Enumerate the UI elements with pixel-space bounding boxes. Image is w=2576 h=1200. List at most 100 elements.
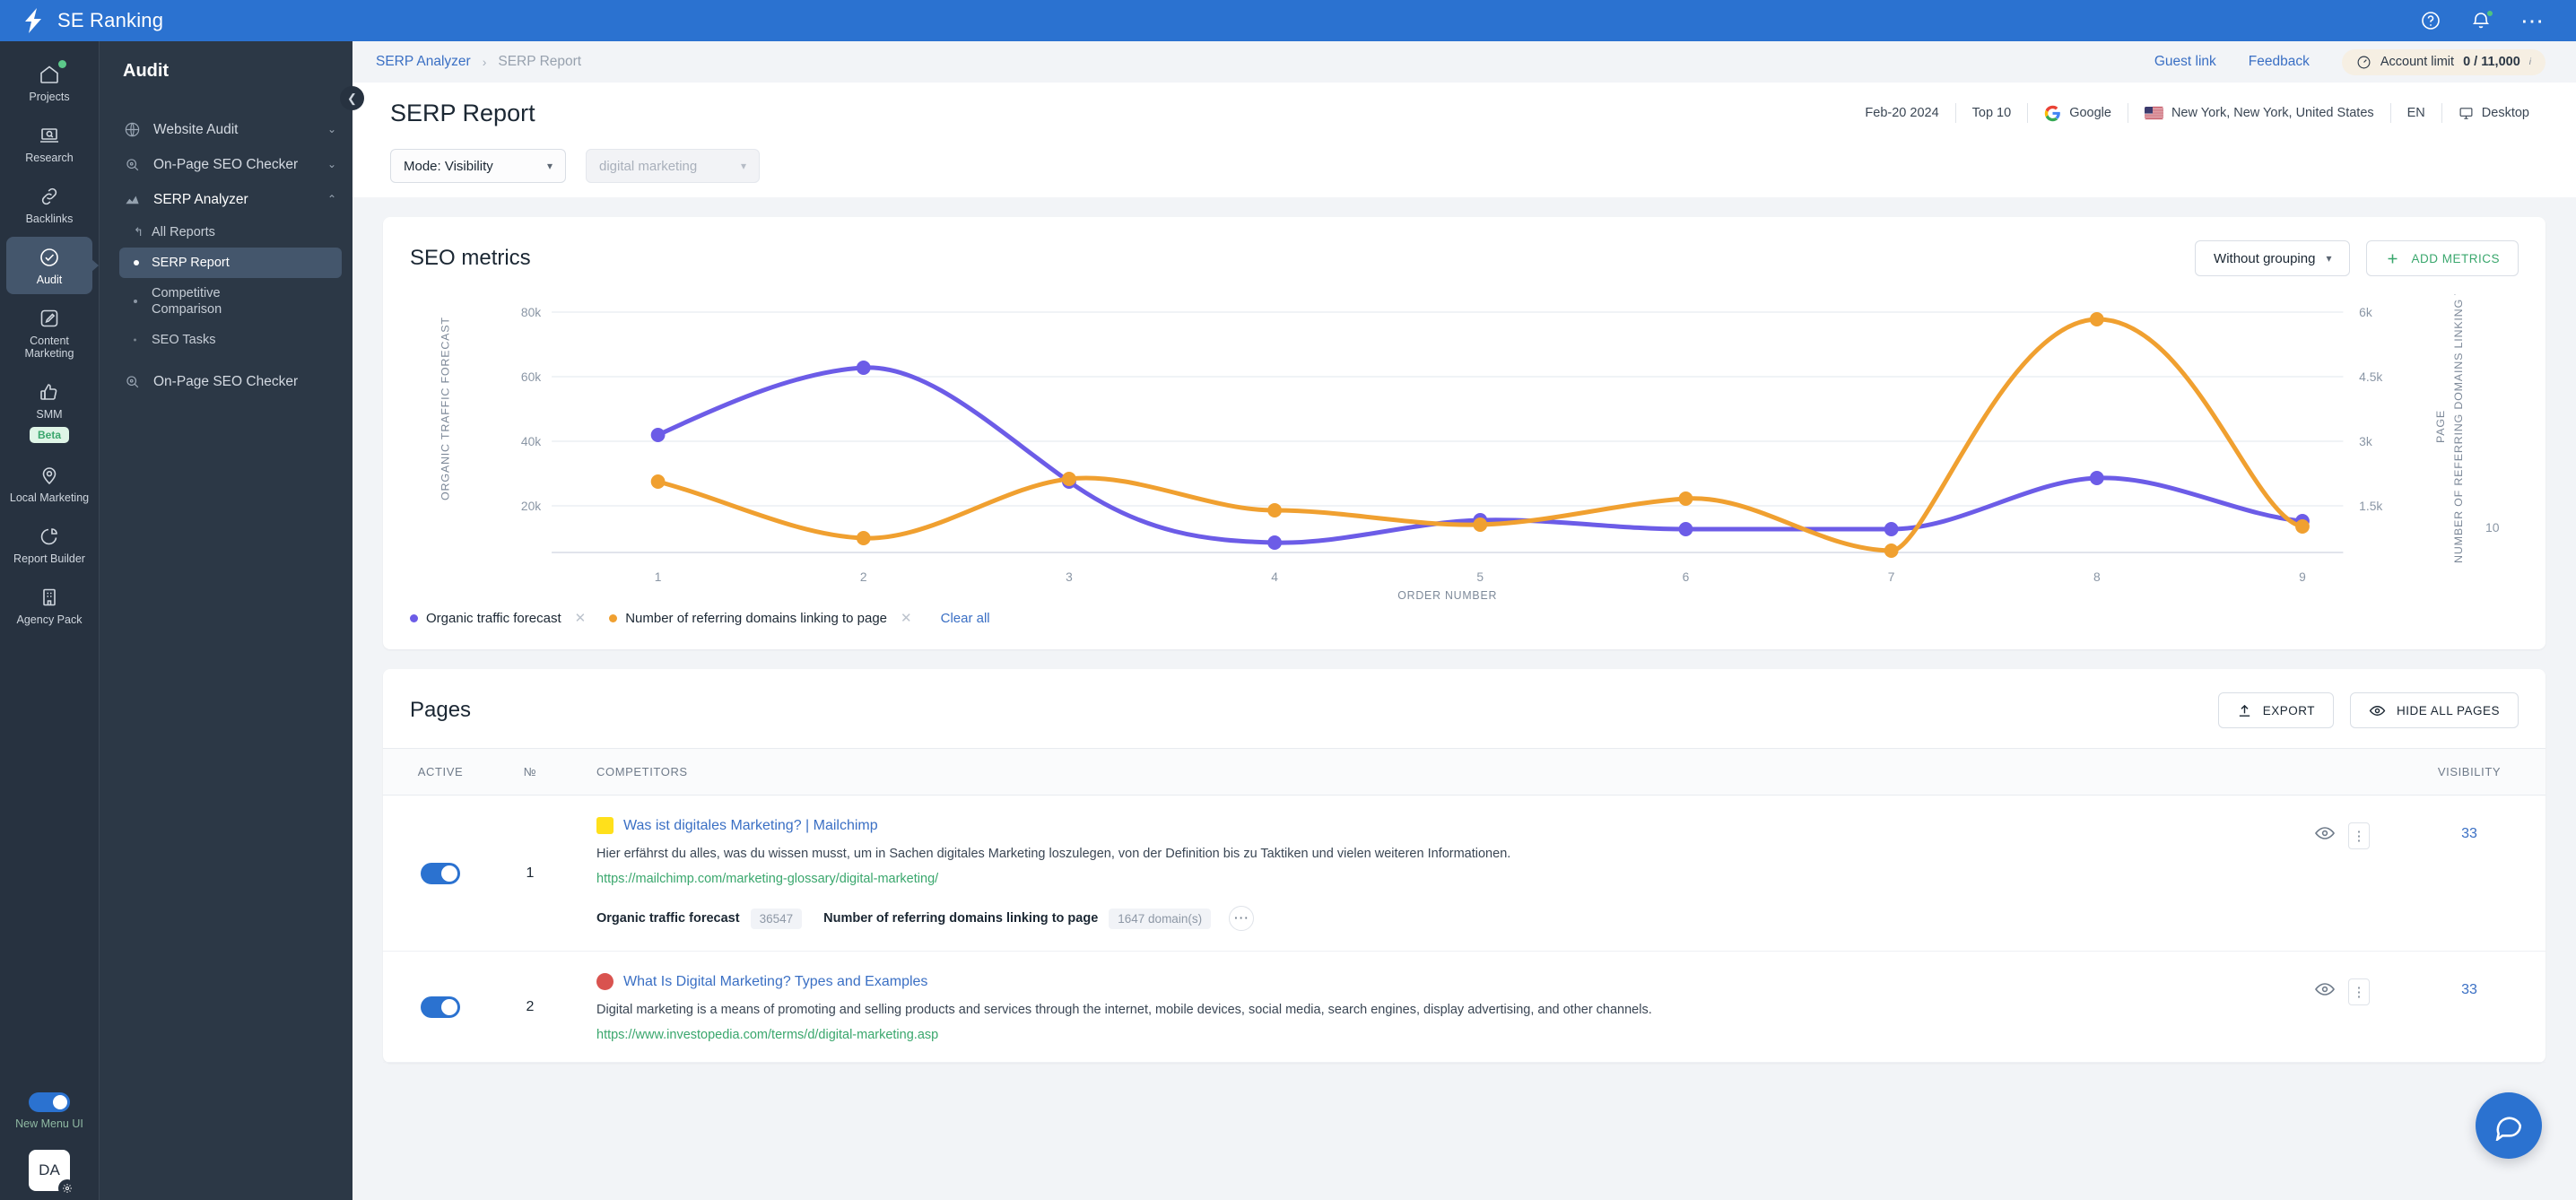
mode-select[interactable]: Mode: Visibility ▾ [390,149,566,183]
export-button[interactable]: EXPORT [2217,692,2334,728]
primary-nav-rail: Projects Research Backlinks Audit Conten [0,41,99,1200]
chevron-down-icon: ▾ [546,160,553,172]
rail-item-projects[interactable]: Projects [6,54,92,111]
rail-item-smm[interactable]: SMM Beta [6,371,92,451]
remove-legend-referring-domains[interactable]: ✕ [901,610,912,626]
rail-label: Content Marketing [24,335,74,360]
remove-legend-organic-traffic-forecast[interactable]: ✕ [575,610,587,626]
seo-metrics-chart[interactable]: 80k 60k 40k 20k ORGANIC TRAFFIC FORECAST… [383,280,2546,603]
row-menu-button[interactable]: ⋮ [2348,822,2370,849]
competitor-title-link[interactable]: What Is Digital Marketing? Types and Exa… [623,974,927,990]
competitor-url[interactable]: https://mailchimp.com/marketing-glossary… [596,872,2280,886]
x-axis-title: ORDER NUMBER [1397,589,1497,599]
competitor-description: Digital marketing is a means of promotin… [596,1003,1652,1017]
clear-all-button[interactable]: Clear all [941,611,990,626]
chart-area-icon [123,191,141,208]
account-limit-info[interactable]: i [2529,57,2531,67]
competitor-title-row: What Is Digital Marketing? Types and Exa… [596,973,2280,990]
seo-metrics-card: SEO metrics Without grouping ▾ ADD METRI… [383,217,2546,649]
feedback-button[interactable]: Feedback [2249,54,2310,70]
nav-group-on-page-seo-checker-footer[interactable]: On-Page SEO Checker [100,364,352,399]
metrics-more-button[interactable]: ⋯ [1229,906,1255,931]
nav-sub-seo-tasks[interactable]: SEO Tasks [119,325,342,355]
meta-date[interactable]: Feb-20 2024 [1849,106,1954,120]
add-metrics-button[interactable]: ADD METRICS [2366,240,2519,276]
meta-language[interactable]: EN [2391,106,2441,120]
rail-item-local-marketing[interactable]: Local Marketing [6,455,92,512]
more-icon[interactable]: ⋯ [2520,9,2546,32]
rail-item-agency-pack[interactable]: Agency Pack [6,577,92,634]
competitor-url[interactable]: https://www.investopedia.com/terms/d/dig… [596,1028,2280,1042]
rail-item-research[interactable]: Research [6,115,92,172]
row-visibility-cell: 33 [2393,952,2546,1062]
keyword-select[interactable]: digital marketing ▾ [586,149,760,183]
nav-group-label: On-Page SEO Checker [153,157,299,172]
visibility-value[interactable]: 33 [2461,982,2477,1062]
chart-svg: 80k 60k 40k 20k ORGANIC TRAFFIC FORECAST… [439,294,2465,599]
gear-icon[interactable] [57,1179,76,1197]
row-competitor-cell: What Is Digital Marketing? Types and Exa… [562,952,2314,1062]
nav-sub-serp-report[interactable]: SERP Report [119,248,342,278]
nav-sub-all-reports[interactable]: ↰ All Reports [119,217,342,248]
grouping-select[interactable]: Without grouping ▾ [2195,240,2351,276]
notification-badge [2486,10,2493,17]
thumbs-up-icon [38,380,61,404]
nav-group-serp-analyzer[interactable]: SERP Analyzer ⌃ [100,182,352,217]
meta-search-engine[interactable]: Google [2028,105,2128,122]
legend-label: Number of referring domains linking to p… [625,610,888,626]
link-icon [38,185,61,208]
rail-item-content-marketing[interactable]: Content Marketing [6,298,92,368]
pages-header: Pages EXPORT HIDE ALL PAGES [383,669,2546,748]
new-menu-ui-toggle[interactable] [28,1092,70,1112]
guest-link-button[interactable]: Guest link [2154,54,2216,70]
legend-item-referring-domains[interactable]: Number of referring domains linking to p… [609,611,887,626]
chevron-down-icon[interactable]: ⌄ [327,121,336,138]
left-axis-tick-80k: 80k [521,305,541,319]
x-tick-2: 2 [860,570,867,584]
favicon-icon [596,817,614,834]
chevron-down-icon: ▾ [2326,252,2332,265]
avatar[interactable]: DA [28,1150,76,1197]
metric-value: 36547 [750,908,803,929]
eye-icon[interactable] [2314,822,2336,844]
scroll-area[interactable]: SEO metrics Without grouping ▾ ADD METRI… [352,197,2576,1200]
nav-group-on-page-seo-checker[interactable]: On-Page SEO Checker ⌄ [100,147,352,182]
row-menu-button[interactable]: ⋮ [2348,978,2370,1005]
meta-location[interactable]: New York, New York, United States [2128,106,2390,120]
metric-name: Organic traffic forecast [596,911,740,926]
nav-group-website-audit[interactable]: Website Audit ⌄ [100,112,352,147]
breadcrumb-parent[interactable]: SERP Analyzer [376,54,471,70]
rail-item-backlinks[interactable]: Backlinks [6,176,92,233]
legend-item-organic-traffic-forecast[interactable]: Organic traffic forecast [410,611,561,626]
account-limit-badge[interactable]: Account limit 0 / 11,000 i [2341,48,2546,75]
row-active-toggle[interactable] [421,996,460,1018]
competitor-title-row: Was ist digitales Marketing? | Mailchimp [596,817,2280,834]
laptop-search-icon [38,124,61,147]
secondary-nav-panel: Audit ❮ Website Audit ⌄ On-Page SEO Chec… [99,41,364,1200]
chevron-up-icon[interactable]: ⌃ [327,191,336,208]
competitor-title-link[interactable]: Was ist digitales Marketing? | Mailchimp [623,818,878,834]
top-bar-actions: ⋯ [2420,9,2554,32]
home-icon [38,60,66,86]
row-active-toggle[interactable] [421,862,460,884]
hide-all-pages-button[interactable]: HIDE ALL PAGES [2349,692,2519,728]
table-row: 1 Was ist digitales Marketing? | Mailchi… [383,796,2546,952]
meta-top[interactable]: Top 10 [1956,106,2028,120]
rail-label: Research [25,152,74,164]
eye-icon[interactable] [2314,978,2336,1000]
chevron-down-icon[interactable]: ⌄ [327,156,336,173]
rail-label: Local Marketing [9,491,90,504]
collapse-sidebar-button[interactable]: ❮ [340,86,364,110]
notifications-icon[interactable] [2470,10,2493,31]
brand[interactable]: SE Ranking [22,7,163,34]
metric-name: Number of referring domains linking to p… [823,911,1099,926]
help-icon[interactable] [2420,10,2441,31]
meta-device[interactable]: Desktop [2442,106,2546,121]
rail-item-audit[interactable]: Audit [6,237,92,294]
chat-support-button[interactable] [2476,1092,2542,1159]
competitor-description: Hier erfährst du alles, was du wissen mu… [596,847,1511,861]
nav-sub-competitive-comparison[interactable]: Competitive Comparison [119,278,342,325]
visibility-value[interactable]: 33 [2461,826,2477,951]
rail-item-report-builder[interactable]: Report Builder [6,516,92,573]
check-circle-icon [38,246,61,269]
